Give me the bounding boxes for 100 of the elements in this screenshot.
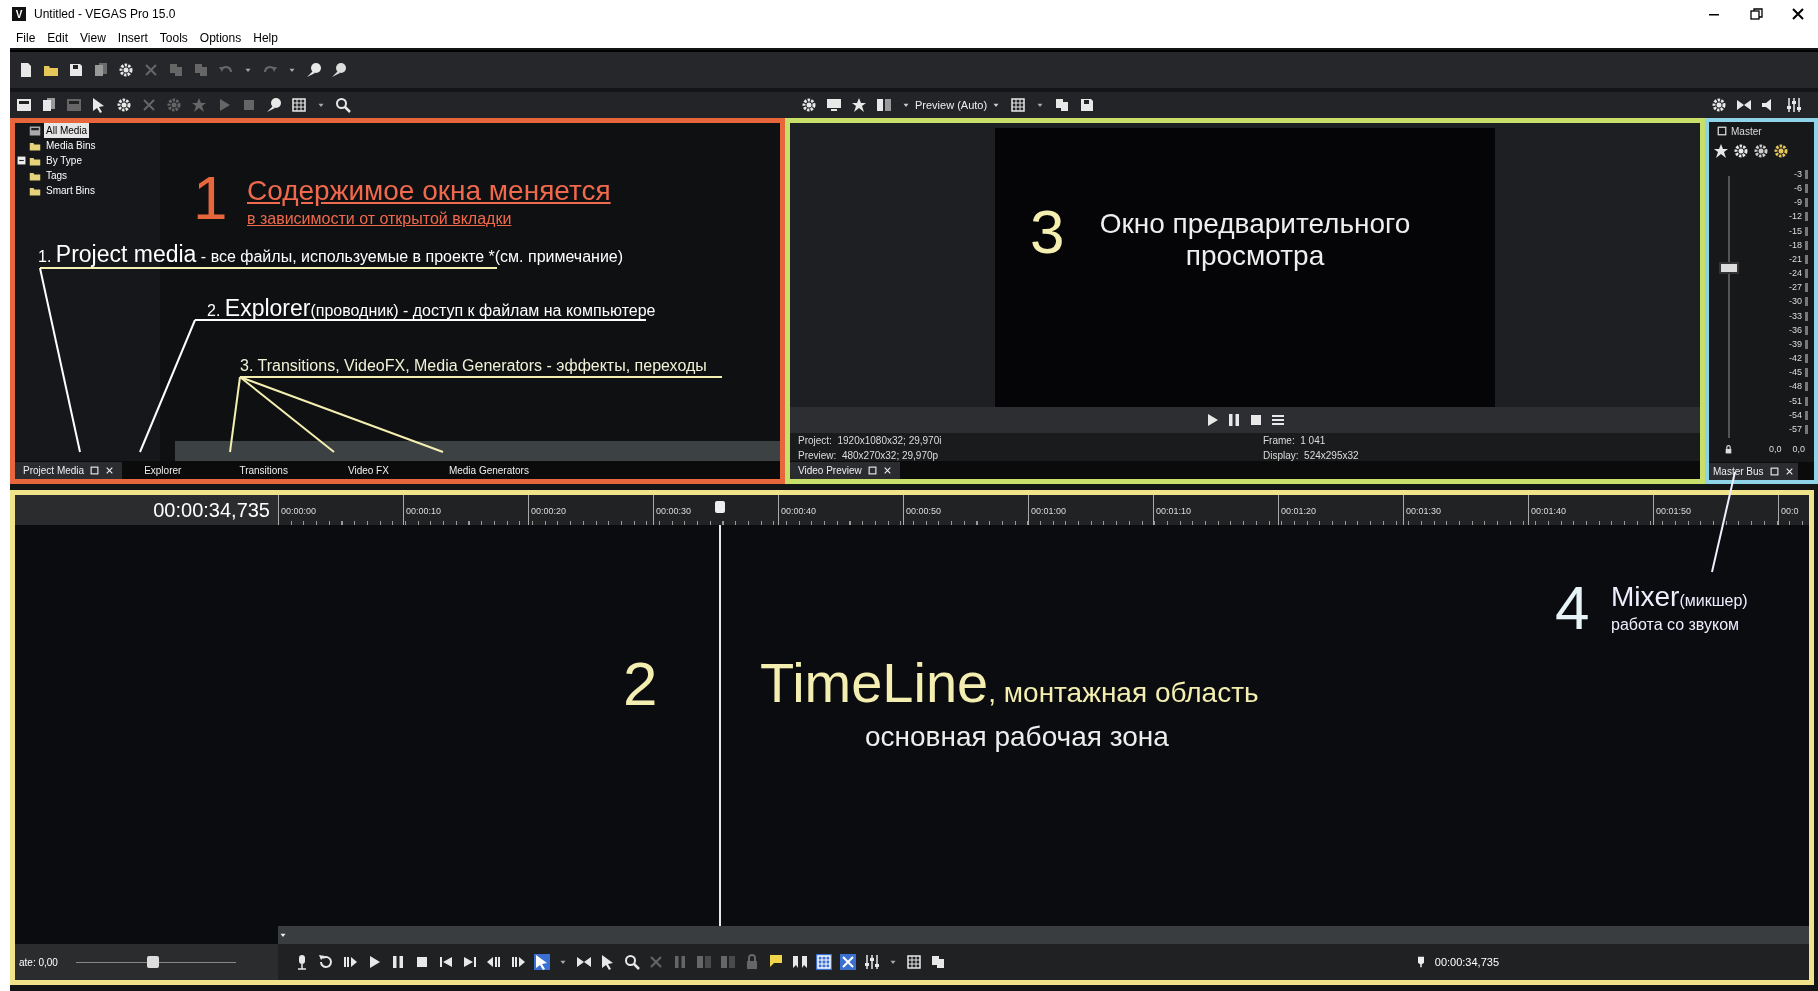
frame-forward-icon[interactable] <box>510 954 526 970</box>
grid-icon[interactable] <box>291 97 307 113</box>
effects-icon[interactable] <box>851 97 867 113</box>
lock-icon[interactable] <box>1724 445 1733 454</box>
info-text: Project: 1920x1080x32; 29,970i <box>798 434 943 448</box>
menu-item[interactable]: View <box>74 29 112 47</box>
tree-item[interactable]: All Media <box>44 123 90 138</box>
ruler-label: 00:01:10 <box>1153 495 1278 525</box>
panel-tab[interactable]: Transitions <box>231 461 296 479</box>
copy-icon[interactable] <box>930 954 946 970</box>
restore-icon[interactable] <box>1748 6 1764 22</box>
stop-icon[interactable] <box>414 954 430 970</box>
menu-item[interactable]: Insert <box>111 29 154 47</box>
sliders-icon[interactable] <box>864 954 880 970</box>
grid-icon[interactable] <box>1010 97 1027 113</box>
new-file-icon[interactable] <box>18 62 34 78</box>
copy-icon[interactable] <box>1054 97 1071 113</box>
undock-icon[interactable] <box>1769 466 1779 476</box>
meter-label: -9 <box>1794 198 1808 208</box>
annotation-text: Mixer(микшер) <box>1611 583 1748 611</box>
effects-icon[interactable] <box>1713 143 1729 159</box>
search-icon[interactable] <box>335 97 351 113</box>
tree-item[interactable]: Tags <box>44 168 70 183</box>
save-icon[interactable] <box>68 62 84 78</box>
annotation-title: Содержимое окна меняется <box>247 177 611 205</box>
ruler-label: 00:00:50 <box>903 495 1028 525</box>
panel-tab[interactable]: Explorer <box>136 461 190 479</box>
bowtie-icon[interactable] <box>1736 97 1752 113</box>
panel-tab[interactable]: Media Generators <box>440 461 537 479</box>
panel-tab[interactable]: Project Media <box>15 461 123 479</box>
annotation-subtitle: основная рабочая зона <box>865 723 1169 751</box>
next-icon[interactable] <box>462 954 478 970</box>
meter-label: -3 <box>1794 170 1808 179</box>
grid-icon[interactable] <box>906 954 922 970</box>
monitor-icon[interactable] <box>826 97 842 113</box>
previous-icon[interactable] <box>438 954 454 970</box>
timecode: 00:00:34,735 <box>153 498 270 523</box>
panel-tab[interactable]: Video Preview <box>790 461 900 479</box>
frame-back-icon[interactable] <box>486 954 502 970</box>
cut-icon[interactable] <box>143 62 159 78</box>
fader-thumb[interactable] <box>1719 261 1739 274</box>
meter-label: -51 <box>1789 396 1808 406</box>
media-icon[interactable] <box>16 97 32 113</box>
region-icon[interactable] <box>792 954 808 970</box>
preview-mode-dropdown[interactable]: Preview (Auto) <box>901 96 1002 114</box>
menu-item[interactable]: Help <box>247 29 284 47</box>
edit-tool-icon[interactable] <box>534 954 550 970</box>
pause-icon[interactable] <box>390 954 406 970</box>
marker-icon[interactable] <box>768 954 784 970</box>
loop-icon[interactable] <box>318 954 334 970</box>
pages-icon[interactable] <box>93 62 109 78</box>
meter-label: -30 <box>1789 297 1808 307</box>
meter-label: -18 <box>1789 240 1808 250</box>
ruler-label: 00:00:20 <box>528 495 653 525</box>
undock-icon[interactable] <box>90 465 100 475</box>
collapse-icon[interactable] <box>17 156 26 165</box>
meter-label: -15 <box>1789 226 1808 236</box>
ruler-label: 00:0 <box>1778 495 1809 525</box>
panel-tab[interactable]: Video FX <box>339 461 397 479</box>
panel-tab[interactable]: Master Bus <box>1709 462 1798 480</box>
tree-item[interactable]: Smart Bins <box>44 183 97 198</box>
meter-label: -6 <box>1794 184 1808 194</box>
close-icon[interactable] <box>105 465 115 475</box>
playhead-handle[interactable] <box>715 501 726 513</box>
annotation-number: 3 <box>1030 201 1065 263</box>
meter-reading: 0,0 <box>1792 444 1806 454</box>
delete-icon[interactable] <box>141 97 157 113</box>
save-icon[interactable] <box>1079 97 1096 113</box>
rate-slider-thumb[interactable] <box>146 955 159 968</box>
stop-icon[interactable] <box>1248 412 1264 428</box>
meter-label: -27 <box>1789 283 1808 293</box>
undock-icon[interactable] <box>867 465 877 475</box>
meter-label: -21 <box>1789 254 1808 264</box>
annotation-number: 2 <box>623 653 658 715</box>
tree-item[interactable]: By Type <box>44 153 84 168</box>
close-icon[interactable] <box>1790 6 1806 22</box>
sliders-icon[interactable] <box>1786 97 1802 113</box>
menu-icon[interactable] <box>1270 412 1286 428</box>
info-text: Frame: 1 041 <box>1263 434 1327 448</box>
annotation-subtitle: в зависимости от открытой вкладки <box>247 211 512 227</box>
annotation-text: TimeLine, монтажная область <box>760 655 1259 711</box>
meter-label: -12 <box>1789 212 1808 222</box>
scrollbar[interactable] <box>278 926 1809 944</box>
zoom-icon[interactable] <box>624 954 640 970</box>
paste-icon[interactable] <box>193 62 209 78</box>
close-icon[interactable] <box>1784 466 1794 476</box>
close-icon[interactable] <box>882 465 892 475</box>
tree-item[interactable]: Media Bins <box>44 138 98 153</box>
menu-item[interactable]: File <box>10 29 42 47</box>
rate-label: ate: 0,00 <box>19 955 58 970</box>
meter-reading: 0,0 <box>1768 444 1783 454</box>
menu-item[interactable]: Options <box>193 29 248 47</box>
meter-label: -42 <box>1789 354 1808 364</box>
menu-item[interactable]: Tools <box>153 29 194 47</box>
menu-item[interactable]: Edit <box>41 29 75 47</box>
delete-icon[interactable] <box>648 954 664 970</box>
play-from-start-icon[interactable] <box>342 954 358 970</box>
pause-icon[interactable] <box>1226 412 1242 428</box>
annotation-note: 3. Transitions, VideoFX, Media Generators - эффекты, переходы <box>240 358 707 374</box>
channel-icon[interactable] <box>1717 126 1727 136</box>
